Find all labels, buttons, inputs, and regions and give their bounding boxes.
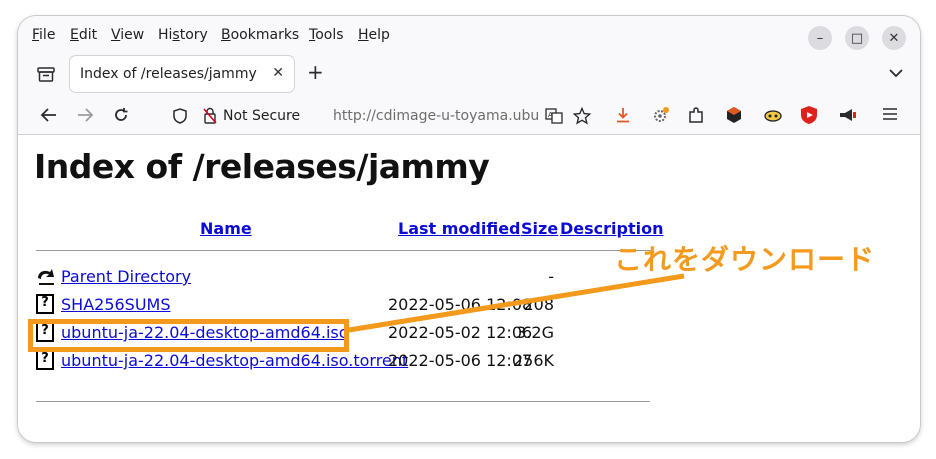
annotation-arrow-line [348, 273, 685, 333]
annotation-highlight-box [28, 319, 349, 352]
annotation-label: これをダウンロード [614, 243, 876, 276]
